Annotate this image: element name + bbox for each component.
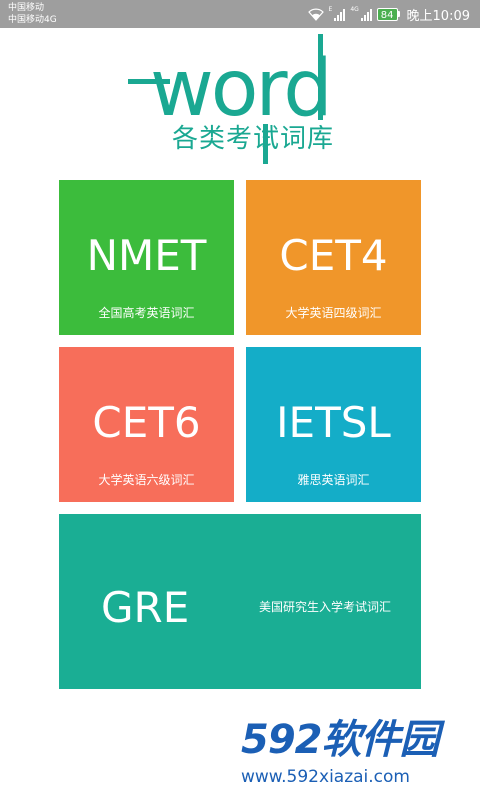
network-type-label-1: E — [328, 6, 333, 13]
tile-title: NMET — [86, 231, 207, 280]
tile-ietsl[interactable]: IETSL 雅思英语词汇 — [246, 347, 421, 502]
signal-icon-1: E — [329, 7, 346, 21]
tile-description: 大学英语四级词汇 — [285, 306, 382, 320]
tile-cet6[interactable]: CET6 大学英语六级词汇 — [59, 347, 234, 502]
tile-nmet[interactable]: NMET 全国高考英语词汇 — [59, 180, 234, 335]
tile-description: 美国研究生入学考试词汇 — [259, 600, 392, 614]
clock: 晚上10:09 — [406, 8, 470, 24]
tile-description: 雅思英语词汇 — [297, 473, 370, 487]
status-icons: E 4G 84 晚上10:09 — [307, 0, 470, 28]
logo-subtitle: 各类考试词库 — [172, 124, 335, 154]
carrier-label-2: 中国移动4G — [8, 15, 57, 25]
tile-cet4[interactable]: CET4 大学英语四级词汇 — [246, 180, 421, 335]
watermark-logo: 592软件园 — [241, 717, 439, 763]
logo-word: word — [150, 44, 333, 134]
network-type-label-2: 4G — [350, 6, 359, 13]
wifi-icon — [307, 8, 324, 21]
tile-title: GRE — [101, 583, 190, 632]
app-logo: word 各类考试词库 — [0, 28, 480, 178]
status-bar: 中国移动 中国移动4G E 4G 84 晚上10:09 — [0, 0, 480, 28]
carrier-label-1: 中国移动 — [8, 3, 45, 13]
tile-title: CET6 — [92, 398, 201, 447]
battery-level: 84 — [376, 7, 398, 21]
tile-title: CET4 — [279, 231, 388, 280]
tile-gre[interactable]: GRE 美国研究生入学考试词汇 — [59, 514, 421, 689]
signal-icon-2: 4G — [350, 6, 372, 21]
watermark-url: www.592xiazai.com — [241, 767, 410, 787]
tile-description: 全国高考英语词汇 — [98, 306, 195, 320]
battery-icon: 84 — [376, 7, 400, 21]
site-watermark: 592软件园 www.592xiazai.com — [235, 712, 480, 800]
tile-title: IETSL — [276, 398, 391, 447]
tile-description: 大学英语六级词汇 — [98, 473, 195, 487]
